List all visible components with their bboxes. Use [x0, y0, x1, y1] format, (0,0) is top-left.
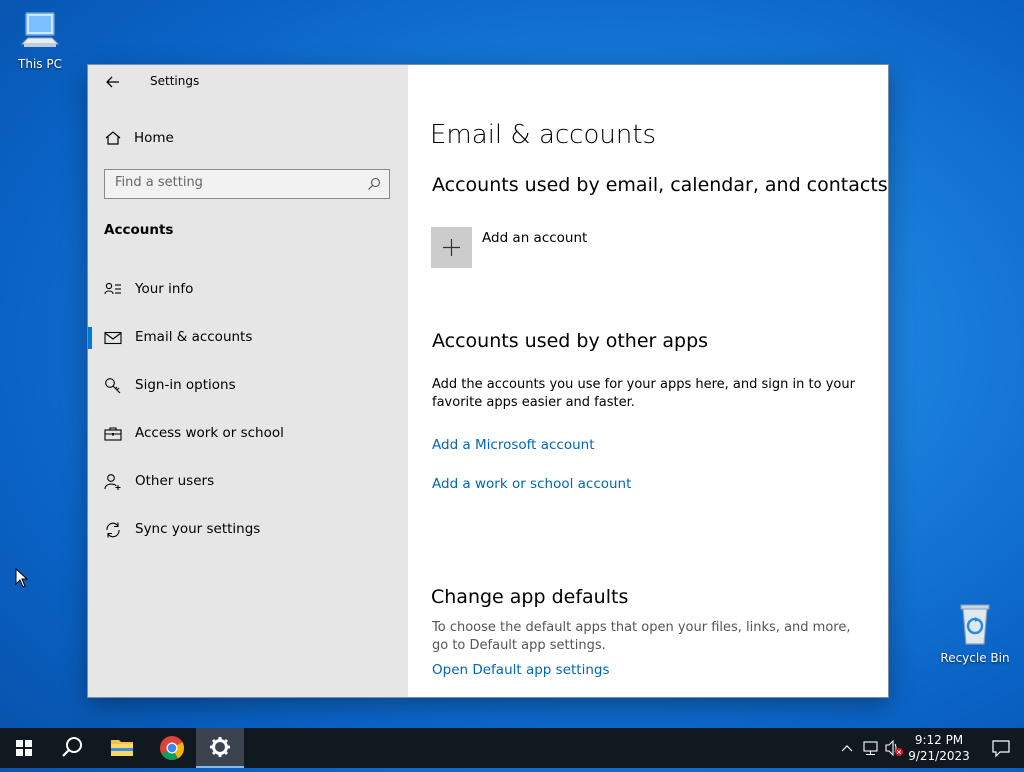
search-box[interactable]: [104, 169, 390, 199]
back-button[interactable]: [102, 72, 124, 92]
briefcase-icon: [104, 427, 122, 441]
other-apps-description: Add the accounts you use for your apps h…: [432, 377, 855, 410]
taskbar-clock[interactable]: 9:12 PM 9/21/2023: [905, 732, 973, 764]
add-account-label: Add an account: [482, 230, 588, 246]
volume-muted-icon: [885, 739, 903, 757]
settings-icon: [210, 737, 230, 757]
section-heading-other-apps: Accounts used by other apps: [432, 330, 709, 352]
taskbar-file-explorer[interactable]: [98, 728, 146, 768]
user-info-icon: [104, 282, 121, 295]
page-title: Email & accounts: [430, 120, 657, 150]
sidebar-item-label: Email & accounts: [135, 329, 253, 345]
search-input[interactable]: [115, 175, 355, 190]
sidebar-item-other-users[interactable]: Other users: [88, 464, 408, 500]
network-tray-button[interactable]: [860, 728, 882, 768]
home-label: Home: [134, 130, 174, 146]
clock-date: 9/21/2023: [908, 749, 970, 763]
add-work-school-account-link[interactable]: Add a work or school account: [432, 476, 631, 492]
file-explorer-icon: [111, 740, 133, 756]
sidebar-item-access-work-school[interactable]: Access work or school: [88, 416, 408, 452]
desktop-icon-recycle-bin[interactable]: Recycle Bin: [935, 602, 1015, 665]
tray-overflow-button[interactable]: [836, 728, 858, 768]
sidebar-item-label: Other users: [135, 473, 215, 489]
computer-icon: [20, 12, 60, 47]
add-account-tile: [431, 227, 472, 268]
sidebar-item-your-info[interactable]: Your info: [88, 272, 408, 308]
active-indicator: [88, 327, 92, 349]
sidebar-item-label: Sync your settings: [135, 521, 261, 537]
taskbar: 9:12 PM 9/21/2023: [0, 728, 1024, 768]
section-heading-app-defaults: Change app defaults: [431, 586, 629, 608]
add-account-button[interactable]: Add an account: [431, 227, 631, 269]
taskbar-settings[interactable]: [196, 728, 244, 768]
title-bar[interactable]: Settings: [88, 65, 408, 99]
sidebar-item-sync-settings[interactable]: Sync your settings: [88, 512, 408, 548]
volume-tray-button[interactable]: [883, 728, 905, 768]
open-default-apps-link[interactable]: Open Default app settings: [432, 662, 610, 678]
add-user-icon: [104, 474, 121, 490]
sidebar-section-heading: Accounts: [104, 222, 174, 238]
notification-icon: [992, 740, 1010, 758]
desktop-icon-label: This PC: [18, 57, 62, 71]
mail-icon: [104, 331, 122, 345]
home-icon: [105, 131, 121, 145]
plus-icon: [443, 239, 460, 256]
start-icon: [16, 740, 32, 756]
desktop-icon-label: Recycle Bin: [940, 651, 1010, 665]
desktop-icon-this-pc[interactable]: This PC: [0, 8, 80, 71]
taskbar-chrome[interactable]: [148, 728, 196, 768]
sidebar-item-label: Access work or school: [135, 425, 284, 441]
content-pane: Email & accounts Accounts used by email,…: [408, 65, 888, 697]
search-icon: [62, 737, 82, 757]
chrome-icon: [160, 736, 185, 761]
section-heading-email-calendar: Accounts used by email, calendar, and co…: [432, 174, 888, 196]
add-microsoft-account-link[interactable]: Add a Microsoft account: [432, 437, 595, 453]
back-arrow-icon: [106, 76, 119, 88]
action-center-button[interactable]: [978, 728, 1024, 768]
mouse-cursor-icon: [15, 568, 29, 588]
sidebar-item-label: Sign-in options: [135, 377, 236, 393]
chevron-up-icon: [841, 745, 853, 752]
sidebar: Settings Home Accounts Y: [88, 65, 408, 697]
recycle-bin-icon: [960, 604, 990, 645]
search-icon: [368, 177, 381, 190]
sidebar-item-label: Your info: [135, 281, 194, 297]
sidebar-item-sign-in-options[interactable]: Sign-in options: [88, 368, 408, 404]
sidebar-item-email-accounts[interactable]: Email & accounts: [88, 320, 408, 356]
sync-icon: [106, 522, 120, 538]
app-title: Settings: [150, 74, 200, 88]
taskbar-search-button[interactable]: [48, 728, 96, 768]
settings-window: Settings Home Accounts Y: [88, 65, 888, 697]
clock-time: 9:12 PM: [914, 733, 964, 747]
app-defaults-description: To choose the default apps that open you…: [432, 620, 851, 653]
network-icon: [863, 741, 878, 755]
key-icon: [105, 378, 121, 394]
home-nav-item[interactable]: Home: [104, 127, 174, 149]
start-button[interactable]: [0, 728, 48, 768]
